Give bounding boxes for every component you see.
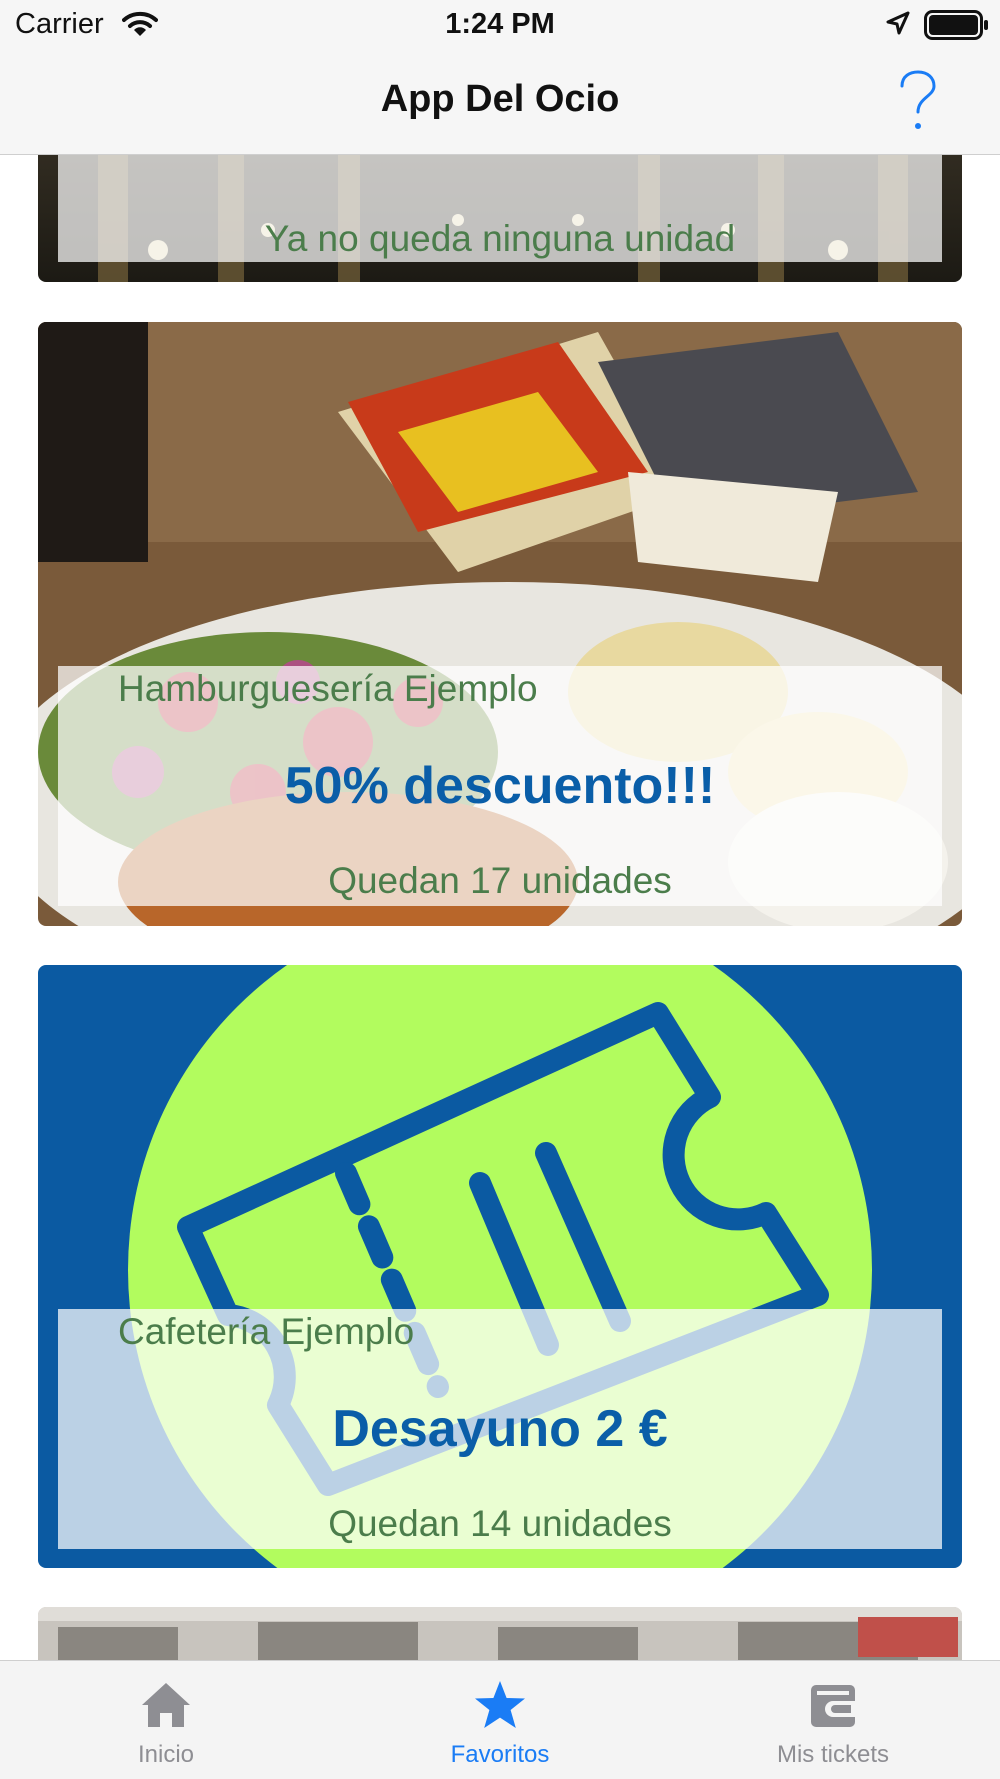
favorites-list[interactable]: Ya no queda ninguna unidad Hamburgueserí… (0, 0, 1000, 1660)
units-remaining: Quedan 17 unidades (328, 860, 672, 901)
offer-card-next[interactable] (38, 1607, 962, 1660)
location-arrow-icon (884, 10, 912, 43)
clock: 1:24 PM (445, 8, 555, 40)
offer-title: 50% descuento!!! (284, 757, 716, 815)
tab-label: Mis tickets (776, 1741, 889, 1768)
status-bar: Carrier 1:24 PM (0, 0, 1000, 50)
next-card-photo (38, 1607, 962, 1660)
tab-label: Inicio (137, 1741, 195, 1768)
units-remaining: Quedan 14 unidades (328, 1503, 672, 1544)
card-info-panel: Cafetería Ejemplo Desayuno 2 € Quedan 14… (58, 1309, 942, 1549)
tab-inicio[interactable]: Inicio (66, 1661, 266, 1779)
top-bar: Carrier 1:24 PM App Del Ocio (0, 0, 1000, 155)
home-icon (66, 1679, 266, 1736)
tab-favoritos[interactable]: Favoritos (400, 1661, 600, 1779)
star-icon (400, 1679, 600, 1736)
offer-card-cafe[interactable]: Cafetería Ejemplo Desayuno 2 € Quedan 14… (38, 965, 962, 1568)
tab-bar: Inicio Favoritos Mis tickets (0, 1660, 1000, 1779)
battery-icon (924, 10, 990, 45)
venue-name: Hamburguesería Ejemplo (118, 668, 538, 709)
offer-title: Desayuno 2 € (332, 1400, 668, 1458)
page-title: App Del Ocio (380, 78, 620, 120)
tab-mis-tickets[interactable]: Mis tickets (733, 1661, 933, 1779)
venue-name: Cafetería Ejemplo (118, 1311, 415, 1352)
wallet-icon (733, 1679, 933, 1736)
tab-label: Favoritos (450, 1741, 550, 1768)
offer-card-burger[interactable]: Hamburguesería Ejemplo 50% descuento!!! … (38, 322, 962, 926)
units-remaining: Ya no queda ninguna unidad (264, 218, 736, 259)
question-mark-icon[interactable] (896, 70, 940, 137)
card-info-panel: Hamburguesería Ejemplo 50% descuento!!! … (58, 666, 942, 906)
